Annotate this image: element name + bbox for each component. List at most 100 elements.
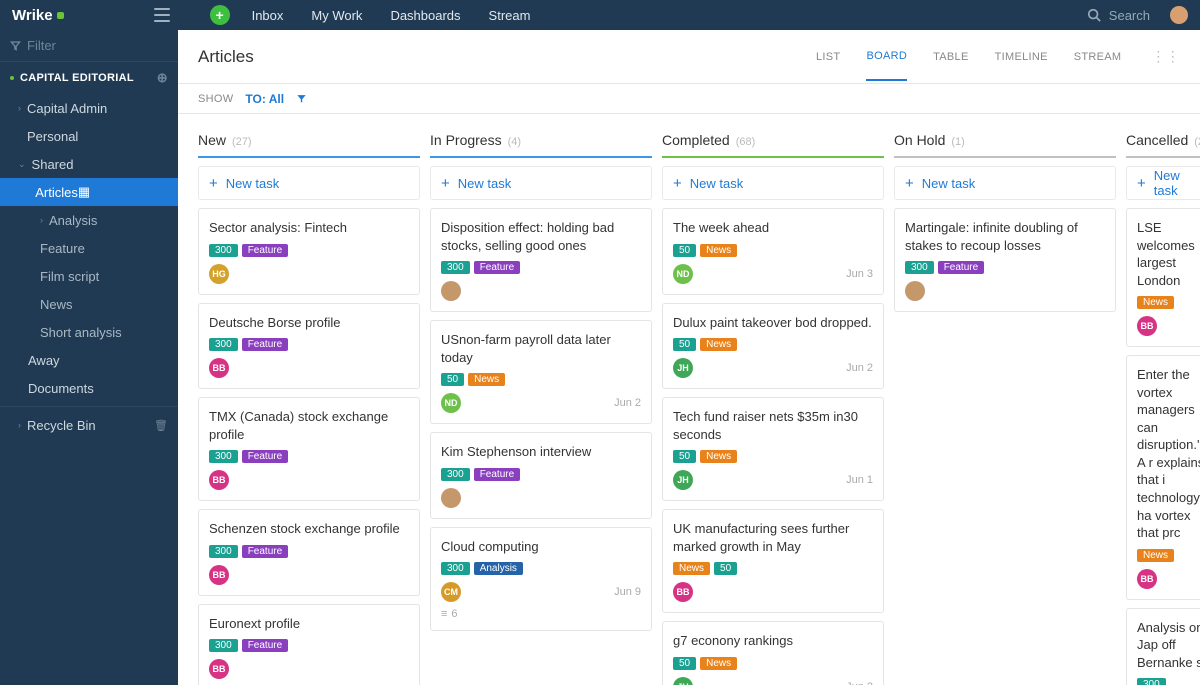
task-card[interactable]: USnon-farm payroll data later today50New… bbox=[430, 320, 652, 424]
assignee-avatar[interactable]: CM bbox=[441, 582, 461, 602]
tag: 50 bbox=[673, 450, 696, 463]
task-card[interactable]: Cloud computing300AnalysisCMJun 9≡ 6 bbox=[430, 527, 652, 632]
task-card[interactable]: Kim Stephenson interview300Feature bbox=[430, 432, 652, 519]
card-footer: HG bbox=[209, 264, 409, 284]
task-card[interactable]: Martingale: infinite doubling of stakes … bbox=[894, 208, 1116, 312]
task-card[interactable]: Tech fund raiser nets $35m in30 seconds5… bbox=[662, 397, 884, 501]
assignee-avatar[interactable] bbox=[905, 281, 925, 301]
nav-mywork[interactable]: My Work bbox=[311, 8, 362, 23]
new-task-button[interactable]: +New task bbox=[894, 166, 1116, 200]
filter-icon[interactable] bbox=[296, 93, 307, 104]
sidebar-space-header[interactable]: CAPITAL EDITORIAL ⊕ bbox=[0, 62, 178, 94]
task-card[interactable]: UK manufacturing sees further marked gro… bbox=[662, 509, 884, 613]
add-space-icon[interactable]: ⊕ bbox=[157, 70, 168, 86]
tag: 300 bbox=[1137, 678, 1166, 685]
create-button[interactable]: + bbox=[210, 5, 230, 25]
column-accent bbox=[894, 156, 1116, 158]
column-cards: The week ahead50NewsNDJun 3Dulux paint t… bbox=[662, 208, 884, 685]
sidebar-item-articles[interactable]: Articles▦ bbox=[0, 178, 178, 206]
task-card[interactable]: Enter the vortex managers can disruption… bbox=[1126, 355, 1200, 599]
assignee-avatar[interactable]: JH bbox=[673, 470, 693, 490]
card-tags: 300Analysis bbox=[1137, 678, 1200, 685]
sidebar-item-personal[interactable]: ›Personal bbox=[0, 122, 178, 150]
card-title: Deutsche Borse profile bbox=[209, 314, 409, 332]
sidebar-item-filmscript[interactable]: Film script bbox=[0, 262, 178, 290]
new-task-button[interactable]: +New task bbox=[198, 166, 420, 200]
card-tags: 50News bbox=[673, 244, 873, 257]
filter-to[interactable]: TO: All bbox=[245, 92, 284, 106]
sidebar-item-analysis[interactable]: ›Analysis bbox=[0, 206, 178, 234]
sidebar-item-shortanalysis[interactable]: Short analysis bbox=[0, 318, 178, 346]
assignee-avatar[interactable]: JH bbox=[673, 677, 693, 685]
nav-inbox[interactable]: Inbox bbox=[252, 8, 284, 23]
sidebar-item-capital-admin[interactable]: ›Capital Admin bbox=[0, 94, 178, 122]
board: New(27)+New taskSector analysis: Fintech… bbox=[178, 114, 1200, 685]
card-date: Jun 2 bbox=[614, 397, 641, 409]
task-card[interactable]: Schenzen stock exchange profile300Featur… bbox=[198, 509, 420, 596]
assignee-avatar[interactable] bbox=[441, 281, 461, 301]
sidebar-item-away[interactable]: Away bbox=[0, 346, 178, 374]
card-date: Jun 2 bbox=[846, 362, 873, 374]
task-card[interactable]: LSE welcomes largest LondonNewsBB bbox=[1126, 208, 1200, 347]
card-footer: JHJun 2 bbox=[673, 677, 873, 685]
card-tags: 300Feature bbox=[441, 468, 641, 481]
task-card[interactable]: The week ahead50NewsNDJun 3 bbox=[662, 208, 884, 295]
plus-icon: + bbox=[1137, 175, 1146, 192]
sidebar-item-news[interactable]: News bbox=[0, 290, 178, 318]
search-input[interactable]: Search bbox=[1087, 8, 1150, 23]
sidebar-item-shared[interactable]: ⌄Shared bbox=[0, 150, 178, 178]
chevron-down-icon: ⌄ bbox=[18, 159, 26, 170]
column-cards: Sector analysis: Fintech300FeatureHG Deut… bbox=[198, 208, 420, 685]
task-card[interactable]: Deutsche Borse profile300FeatureBB bbox=[198, 303, 420, 390]
sidebar-item-documents[interactable]: Documents bbox=[0, 374, 178, 402]
assignee-avatar[interactable]: BB bbox=[1137, 569, 1157, 589]
user-avatar[interactable] bbox=[1170, 6, 1188, 24]
task-card[interactable]: Analysis on Jap off Bernanke s300Analysi… bbox=[1126, 608, 1200, 685]
task-card[interactable]: Euronext profile300FeatureBB bbox=[198, 604, 420, 685]
column-header: On Hold(1) bbox=[894, 132, 1116, 156]
task-card[interactable]: g7 econony rankings50NewsJHJun 2 bbox=[662, 621, 884, 685]
card-footer: JHJun 1 bbox=[673, 470, 873, 490]
tag: News bbox=[1137, 549, 1174, 562]
sidebar-item-recycle[interactable]: ›Recycle Bin 🗑 bbox=[0, 411, 178, 439]
sidebar-filter[interactable]: Filter bbox=[0, 30, 178, 62]
new-task-button[interactable]: +New task bbox=[430, 166, 652, 200]
column-header: New(27) bbox=[198, 132, 420, 156]
tag: Feature bbox=[242, 545, 288, 558]
assignee-avatar[interactable]: HG bbox=[209, 264, 229, 284]
assignee-avatar[interactable]: ND bbox=[673, 264, 693, 284]
card-tags: 300Feature bbox=[209, 639, 409, 652]
view-timeline[interactable]: TIMELINE bbox=[995, 51, 1048, 63]
assignee-avatar[interactable]: ND bbox=[441, 393, 461, 413]
task-card[interactable]: TMX (Canada) stock exchange profile300Fe… bbox=[198, 397, 420, 501]
new-task-label: New task bbox=[458, 176, 511, 191]
card-footer bbox=[441, 281, 641, 301]
view-table[interactable]: TABLE bbox=[933, 51, 969, 63]
assignee-avatar[interactable]: BB bbox=[209, 470, 229, 490]
sidebar-item-feature[interactable]: Feature bbox=[0, 234, 178, 262]
hamburger-icon[interactable] bbox=[154, 8, 170, 22]
assignee-avatar[interactable]: BB bbox=[209, 358, 229, 378]
tag: 300 bbox=[209, 338, 238, 351]
task-card[interactable]: Dulux paint takeover bod dropped.50NewsJ… bbox=[662, 303, 884, 390]
assignee-avatar[interactable]: BB bbox=[209, 659, 229, 679]
view-more-icon[interactable]: ⋮⋮ bbox=[1151, 48, 1180, 65]
new-task-button[interactable]: +New task bbox=[1126, 166, 1200, 200]
brand-logo[interactable]: Wrike bbox=[12, 7, 64, 24]
column-header: In Progress(4) bbox=[430, 132, 652, 156]
new-task-button[interactable]: +New task bbox=[662, 166, 884, 200]
assignee-avatar[interactable] bbox=[441, 488, 461, 508]
assignee-avatar[interactable]: JH bbox=[673, 358, 693, 378]
assignee-avatar[interactable]: BB bbox=[209, 565, 229, 585]
nav-stream[interactable]: Stream bbox=[489, 8, 531, 23]
view-board[interactable]: BOARD bbox=[866, 50, 907, 81]
view-stream[interactable]: STREAM bbox=[1074, 51, 1122, 63]
task-card[interactable]: Sector analysis: Fintech300FeatureHG bbox=[198, 208, 420, 295]
nav-dashboards[interactable]: Dashboards bbox=[390, 8, 460, 23]
assignee-avatar[interactable]: BB bbox=[1137, 316, 1157, 336]
tag: Feature bbox=[242, 639, 288, 652]
card-title: USnon-farm payroll data later today bbox=[441, 331, 641, 366]
view-list[interactable]: LIST bbox=[816, 51, 840, 63]
task-card[interactable]: Disposition effect: holding bad stocks, … bbox=[430, 208, 652, 312]
assignee-avatar[interactable]: BB bbox=[673, 582, 693, 602]
